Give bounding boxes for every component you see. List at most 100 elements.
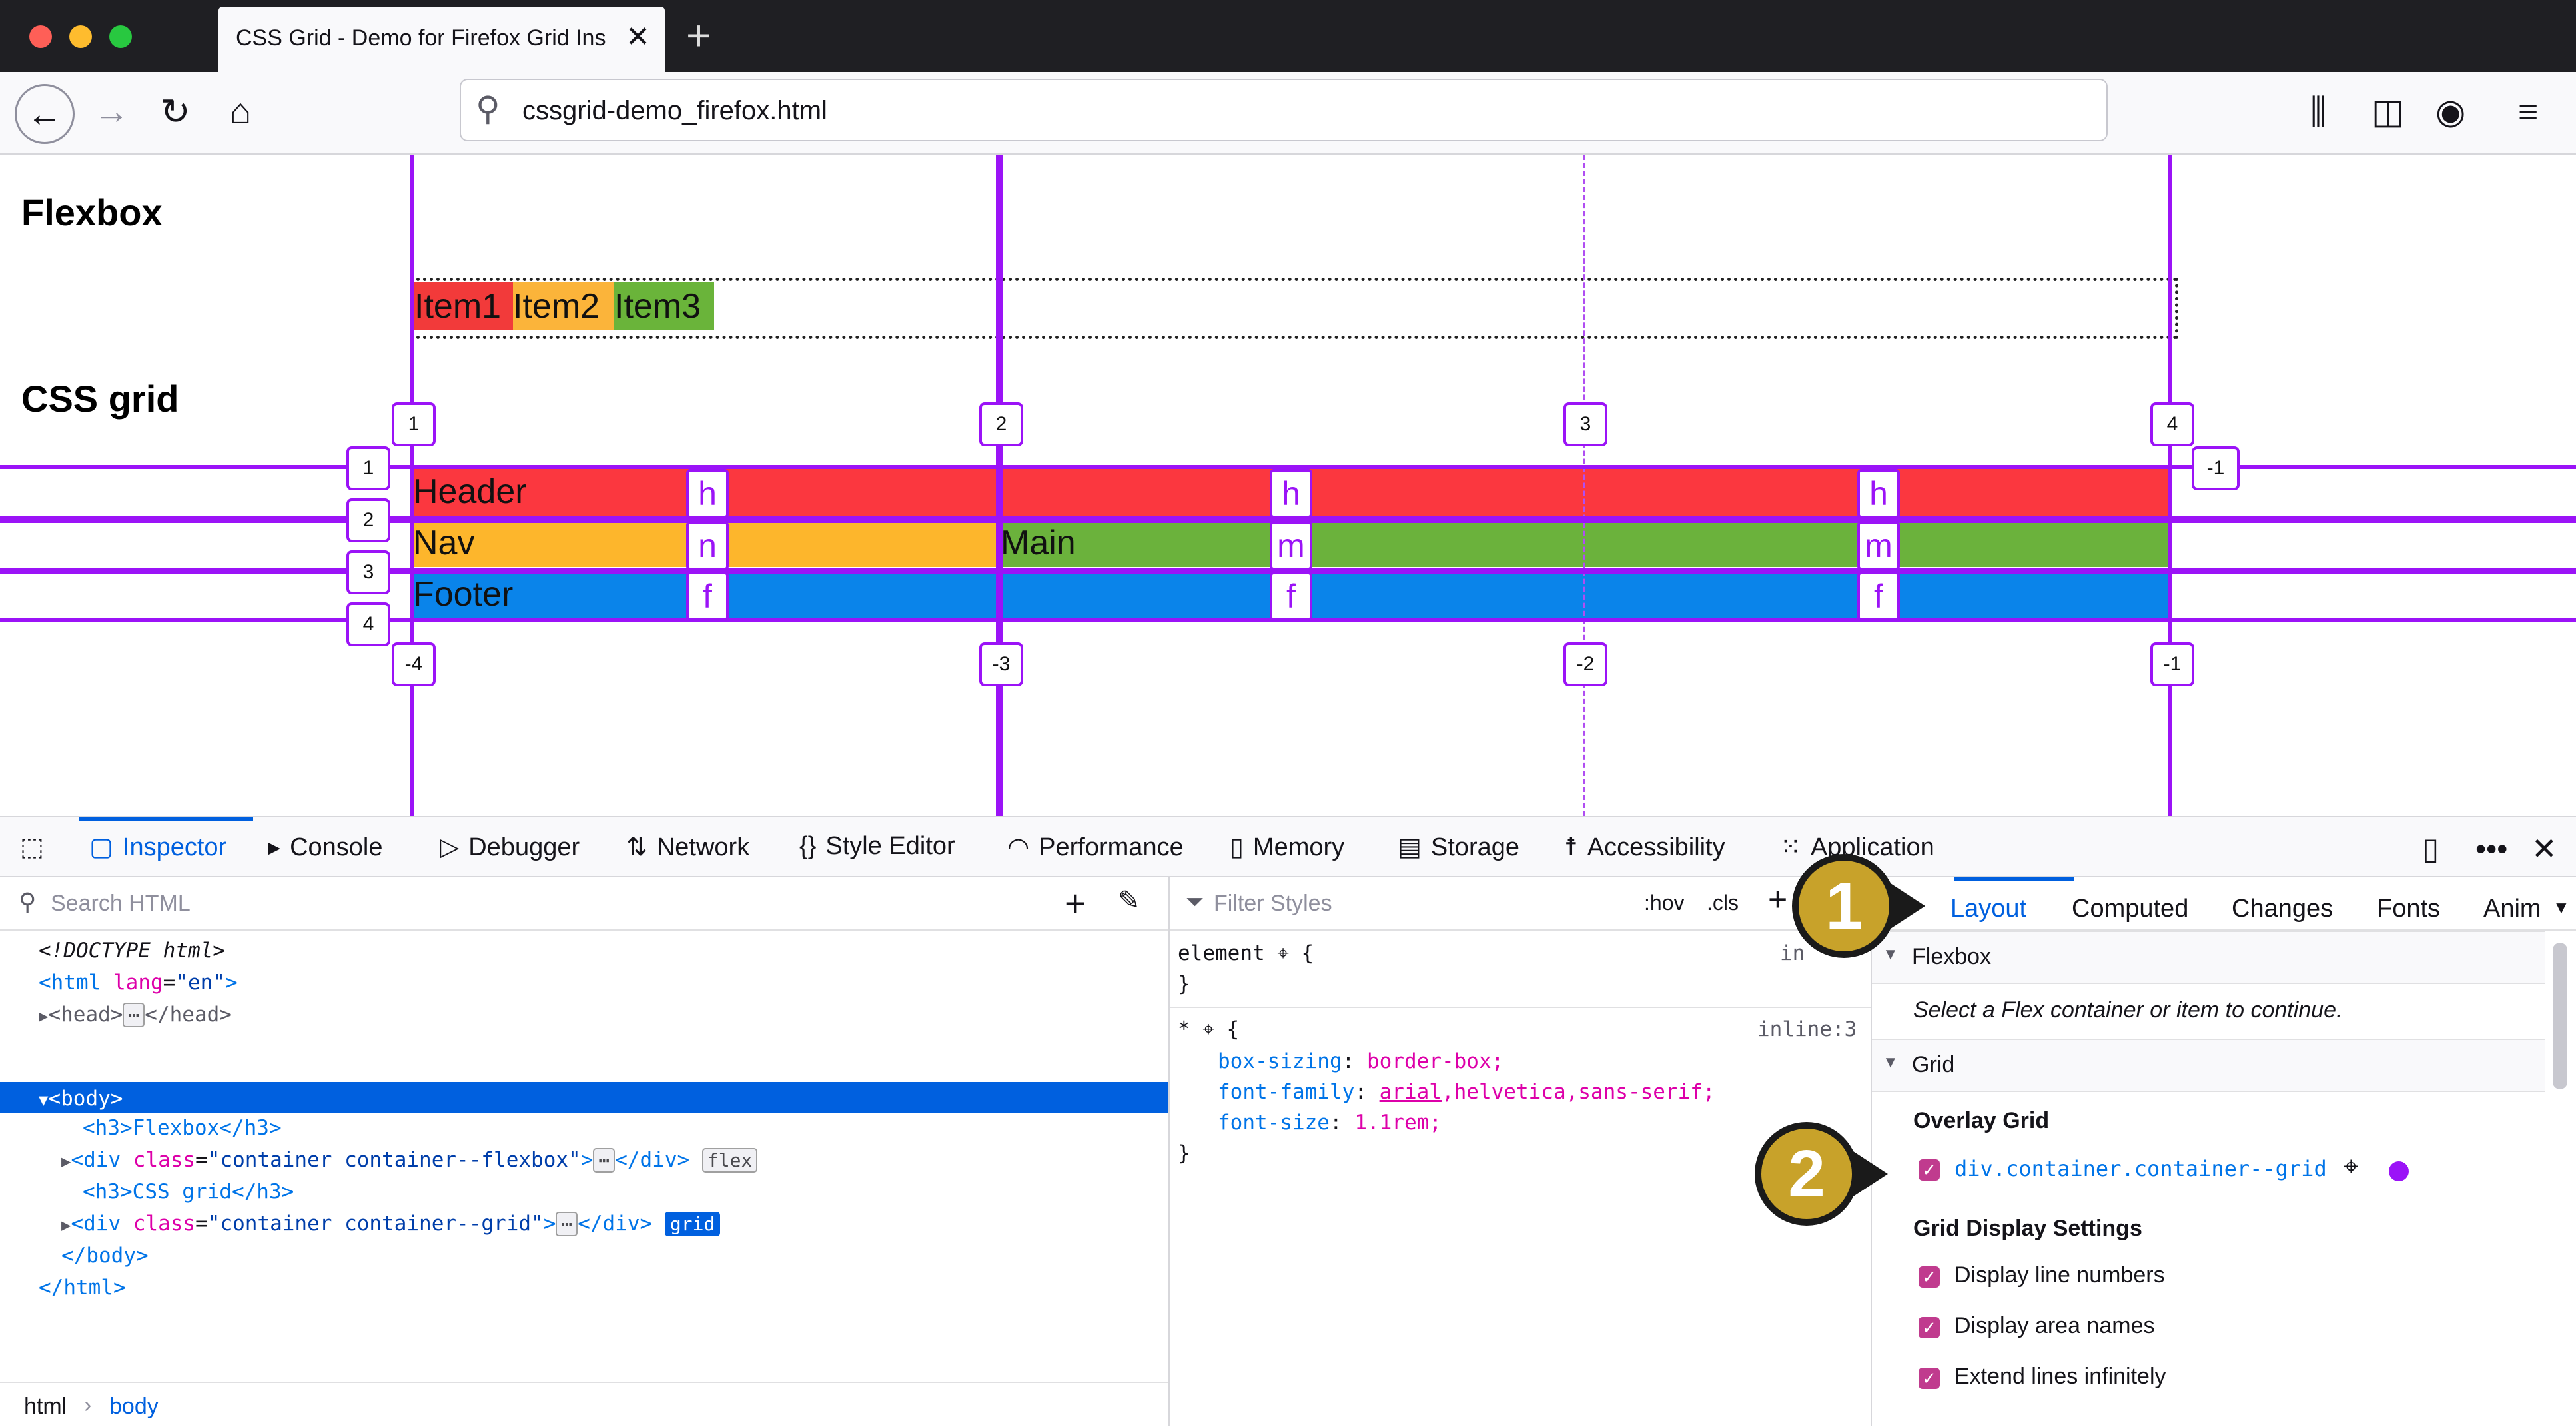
home-button[interactable]: ⌂	[213, 84, 268, 139]
star-rule[interactable]: * ⌖ {	[1178, 1017, 1239, 1042]
grid-column-line-4	[2168, 155, 2172, 816]
overlay-grid-title: Overlay Grid	[1913, 1108, 2050, 1133]
display-line-numbers-checkbox[interactable]: ✓	[1919, 1266, 1940, 1288]
tab-animations[interactable]: Anim	[2483, 895, 2547, 923]
responsive-design-icon[interactable]: ▯	[2422, 831, 2439, 867]
eyedropper-icon[interactable]: ✎	[1118, 885, 1140, 916]
breadcrumb-html[interactable]: html	[24, 1394, 67, 1420]
extend-lines-checkbox[interactable]: ✓	[1919, 1368, 1940, 1389]
callout-badge-1: 1	[1792, 854, 1896, 958]
overlay-color-swatch[interactable]	[2389, 1161, 2409, 1181]
markup-h3-flexbox[interactable]: <h3>Flexbox</h3>	[83, 1116, 282, 1140]
new-tab-button[interactable]: +	[686, 11, 711, 60]
highlighter-icon[interactable]: ⌖	[1277, 941, 1288, 965]
library-icon[interactable]: ⫼	[2310, 92, 2326, 133]
tab-changes[interactable]: Changes	[2232, 895, 2333, 923]
declaration[interactable]: font-size: 1.1rem;	[1218, 1111, 1442, 1135]
devtools-panel: ⬚ ▢ Inspector ▸ Console ▷ Debugger ⇅ Network…	[0, 816, 2576, 1426]
filter-styles-input[interactable]: Filter Styles	[1214, 891, 1332, 917]
tab-layout[interactable]: Layout	[1950, 895, 2026, 923]
search-icon: ⚲	[476, 90, 500, 127]
rule-source[interactable]: inline:3	[1757, 1017, 1857, 1041]
element-picker-icon[interactable]: ⬚	[20, 832, 44, 862]
hov-toggle[interactable]: :hov	[1644, 891, 1684, 915]
performance-icon: ◠	[1007, 833, 1030, 861]
maximize-window-button[interactable]	[109, 25, 132, 48]
area-label: n	[686, 521, 729, 570]
expand-arrow-icon[interactable]: ▶	[61, 1216, 71, 1234]
markup-h3-grid[interactable]: <h3>CSS grid</h3>	[83, 1180, 294, 1204]
flexbox-section-title: Flexbox	[1912, 944, 1992, 969]
collapse-arrow-icon[interactable]: ▼	[39, 1091, 48, 1109]
cls-toggle[interactable]: .cls	[1707, 891, 1739, 915]
add-rule-icon[interactable]: +	[1768, 880, 1787, 919]
tag: <div	[71, 1148, 121, 1172]
tab-close-icon[interactable]: ✕	[626, 20, 650, 54]
highlighter-icon[interactable]: ⌖	[1202, 1017, 1214, 1041]
tab-accessibility[interactable]: ☨ Accessibility	[1564, 832, 1725, 862]
markup-div-flexbox[interactable]: ▶<div class="container container--flexbo…	[61, 1148, 758, 1173]
element-rule[interactable]: element ⌖ {	[1178, 941, 1314, 966]
tab-memory[interactable]: ▯ Memory	[1230, 832, 1344, 862]
back-button[interactable]: ←	[15, 84, 75, 144]
inspector-icon: ▢	[89, 833, 113, 861]
callout-arrow	[1853, 1151, 1888, 1196]
close-window-button[interactable]	[29, 25, 52, 48]
add-node-icon[interactable]: +	[1065, 881, 1086, 925]
markup-div-grid[interactable]: ▶<div class="container container--grid">…	[61, 1212, 721, 1236]
search-html-input[interactable]: Search HTML	[51, 891, 191, 917]
more-options-icon[interactable]: •••	[2475, 831, 2507, 867]
menu-icon[interactable]: ≡	[2518, 92, 2538, 132]
tab-debugger[interactable]: ▷ Debugger	[440, 832, 580, 862]
declaration[interactable]: box-sizing: border-box;	[1218, 1049, 1503, 1073]
tab-storage[interactable]: ▤ Storage	[1398, 832, 1519, 862]
flex-badge[interactable]: flex	[701, 1148, 758, 1173]
highlighter-icon[interactable]: ⌖	[2344, 1152, 2359, 1182]
expand-arrow-icon[interactable]: ▶	[39, 1007, 48, 1025]
rule-source[interactable]: in	[1780, 941, 1805, 965]
tab-performance[interactable]: ◠ Performance	[1007, 832, 1184, 862]
close-devtools-icon[interactable]: ✕	[2531, 831, 2557, 867]
url-bar[interactable]: ⚲ cssgrid-demo_firefox.html	[460, 79, 2108, 141]
markup-head[interactable]: ▶<head> ⋯ </head>	[39, 1003, 232, 1027]
tab-computed[interactable]: Computed	[2072, 895, 2188, 923]
search-html-bar[interactable]: ⚲ Search HTML + ✎	[0, 877, 1168, 931]
overlay-grid-checkbox[interactable]: ✓	[1919, 1159, 1940, 1181]
console-icon: ▸	[268, 833, 281, 861]
font-link[interactable]: arial	[1380, 1080, 1442, 1104]
forward-button[interactable]: →	[84, 84, 139, 139]
value: border-box;	[1366, 1049, 1504, 1073]
tab-label: Accessibility	[1587, 833, 1725, 861]
tab-fonts[interactable]: Fonts	[2377, 895, 2440, 923]
tab-inspector[interactable]: ▢ Inspector	[89, 832, 226, 862]
grid-badge[interactable]: grid	[664, 1212, 721, 1236]
account-icon[interactable]: ◉	[2435, 92, 2465, 132]
flexbox-section-header[interactable]: ▼ Flexbox	[1872, 931, 2545, 984]
markup-body-close[interactable]: </body>	[61, 1244, 149, 1268]
tab-network[interactable]: ⇅ Network	[626, 832, 749, 862]
attr-value: "container container--grid"	[207, 1212, 544, 1236]
tab-console[interactable]: ▸ Console	[268, 832, 383, 862]
markup-html[interactable]: <html lang="en">	[39, 971, 238, 995]
expand-arrow-icon[interactable]: ▶	[61, 1152, 71, 1171]
markup-doctype[interactable]: <!DOCTYPE html>	[39, 939, 225, 963]
grid-section-header[interactable]: ▼ Grid	[1872, 1039, 2545, 1092]
declaration[interactable]: font-family: arial,helvetica,sans-serif;	[1218, 1080, 1715, 1104]
breadcrumb-body[interactable]: body	[109, 1394, 159, 1420]
css-grid-heading: CSS grid	[21, 378, 179, 420]
browser-tab[interactable]: CSS Grid - Demo for Firefox Grid Ins ✕	[218, 7, 665, 72]
chevron-down-icon[interactable]: ▼	[2553, 897, 2570, 918]
tab-style-editor[interactable]: {} Style Editor	[799, 832, 955, 861]
markup-html-close[interactable]: </html>	[39, 1276, 126, 1300]
column-line-label: -1	[2150, 642, 2194, 686]
value: 1.1rem;	[1354, 1111, 1442, 1135]
minimize-window-button[interactable]	[69, 25, 92, 48]
markup-body-row[interactable]: ▼<body>	[0, 1082, 1168, 1113]
collapse-arrow-icon: ▼	[1883, 945, 1899, 963]
scrollbar-thumb[interactable]	[2553, 943, 2567, 1089]
tag: </div>	[578, 1212, 653, 1236]
sidebar-icon[interactable]: ◫	[2371, 92, 2404, 132]
display-area-names-checkbox[interactable]: ✓	[1919, 1317, 1940, 1338]
reload-button[interactable]: ↻	[148, 84, 203, 139]
extend-lines-label: Extend lines infinitely	[1954, 1364, 2166, 1389]
